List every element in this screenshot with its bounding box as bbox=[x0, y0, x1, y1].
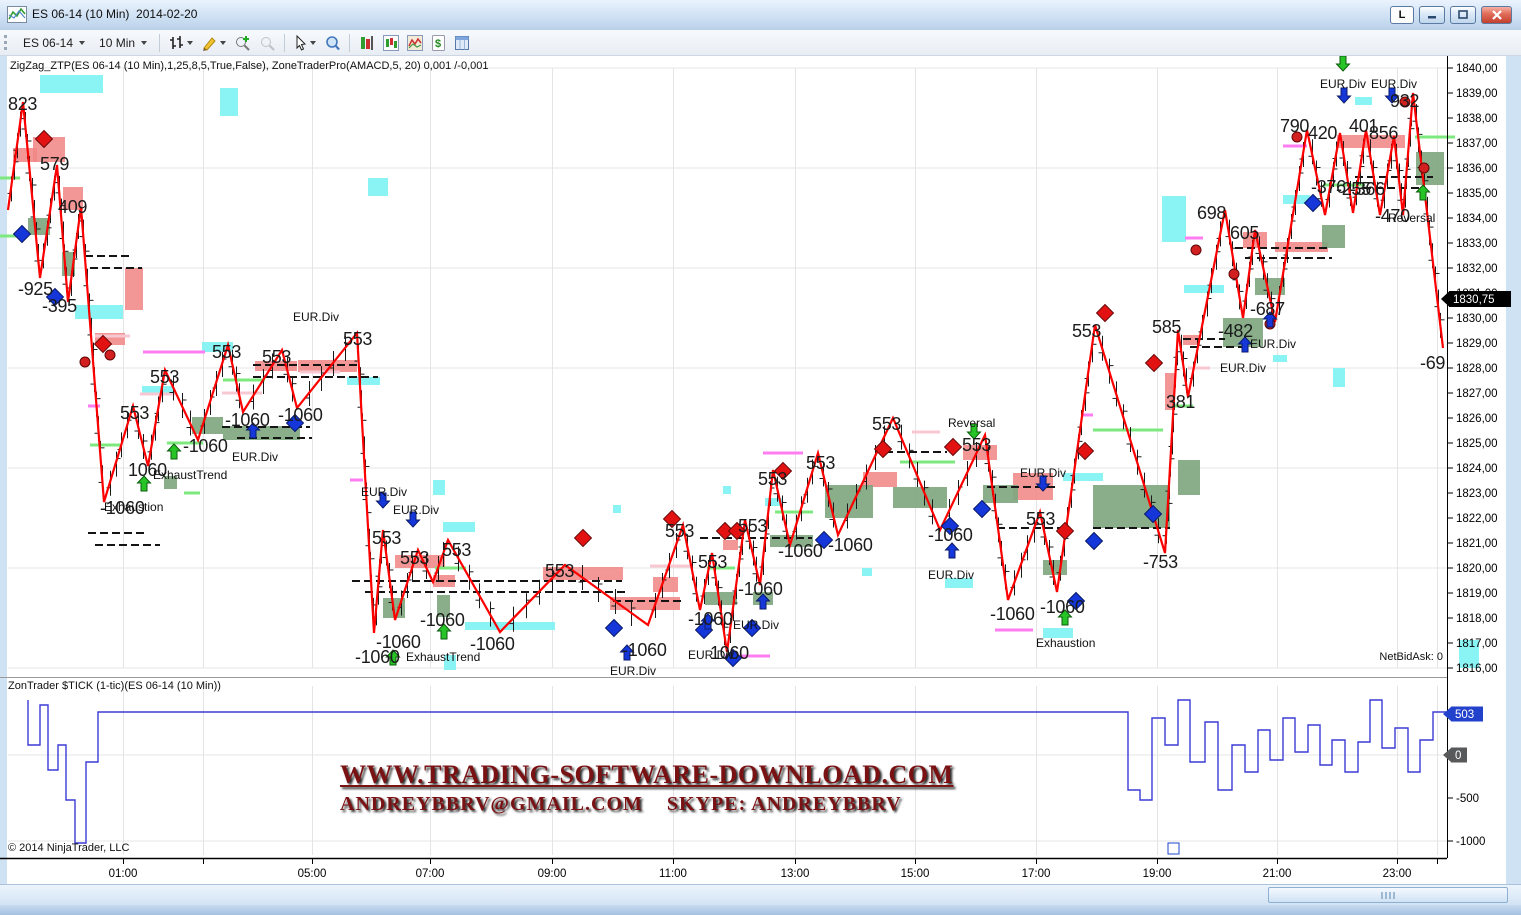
depth-bars-icon bbox=[359, 35, 375, 51]
magnifier-icon bbox=[324, 35, 340, 51]
close-icon bbox=[1491, 10, 1503, 20]
link-button[interactable]: L bbox=[1390, 6, 1414, 24]
interval-label: 10 Min bbox=[99, 36, 135, 50]
window-frame-right bbox=[1506, 55, 1521, 884]
restore-icon bbox=[1457, 10, 1469, 20]
time-axis[interactable] bbox=[0, 859, 1447, 884]
scrollbar-thumb[interactable] bbox=[1268, 887, 1508, 903]
chevron-down-icon bbox=[141, 41, 147, 45]
ninjatrader-chart-window: 823579409-925-3955535531060-1060553-1060… bbox=[0, 0, 1521, 915]
restore-button[interactable] bbox=[1450, 6, 1476, 24]
minimize-icon bbox=[1426, 10, 1438, 20]
toolbar: ES 06-14 10 Min bbox=[0, 30, 1521, 56]
scrollbar-grip-icon bbox=[1381, 892, 1395, 899]
cursor-tool-button[interactable] bbox=[292, 33, 318, 53]
market-depth-button[interactable] bbox=[357, 33, 377, 53]
account-data-button[interactable]: $ bbox=[429, 33, 448, 53]
zoom-in-button[interactable] bbox=[232, 33, 253, 53]
net-bid-ask: NetBidAsk: 0 bbox=[1322, 651, 1443, 663]
window-title: ES 06-14 (10 Min) 2014-02-20 bbox=[32, 7, 197, 21]
window-frame-bottom bbox=[0, 905, 1521, 915]
chart-trader-button[interactable] bbox=[381, 33, 401, 53]
separator bbox=[159, 34, 160, 52]
watermark-line1: WWW.TRADING-SOFTWARE-DOWNLOAD.COM bbox=[340, 760, 900, 790]
indicator-label: ZigZag_ZTP(ES 06-14 (10 Min),1,25,8,5,Tr… bbox=[10, 60, 489, 72]
draw-tool-button[interactable] bbox=[199, 33, 228, 53]
instrument-label: ES 06-14 bbox=[23, 36, 73, 50]
zoom-out-button[interactable] bbox=[257, 33, 277, 53]
candles-icon bbox=[383, 35, 399, 51]
svg-text:$: $ bbox=[435, 38, 441, 50]
data-box-button[interactable] bbox=[322, 33, 342, 53]
chevron-down-icon bbox=[187, 41, 193, 45]
close-button[interactable] bbox=[1481, 6, 1512, 24]
toolbar-grip[interactable] bbox=[4, 35, 11, 50]
chart-overview-button[interactable] bbox=[405, 33, 425, 53]
bar-style-icon bbox=[169, 35, 185, 51]
minimize-button[interactable] bbox=[1419, 6, 1445, 24]
chart-plot-area[interactable] bbox=[8, 56, 1447, 676]
chevron-down-icon bbox=[310, 41, 316, 45]
separator bbox=[349, 34, 350, 52]
dollar-icon: $ bbox=[431, 35, 446, 51]
chevron-down-icon bbox=[79, 41, 85, 45]
pencil-icon bbox=[201, 35, 218, 51]
watermark: WWW.TRADING-SOFTWARE-DOWNLOAD.COM ANDREY… bbox=[340, 760, 900, 816]
tick-panel-label: ZonTrader $TICK (1-tic)(ES 06-14 (10 Min… bbox=[8, 680, 221, 692]
interval-selector[interactable]: 10 Min bbox=[94, 34, 152, 52]
app-icon bbox=[7, 6, 27, 23]
title-bar[interactable]: ES 06-14 (10 Min) 2014-02-20 L bbox=[0, 0, 1521, 31]
chevron-down-icon bbox=[220, 41, 226, 45]
wave-chart-icon bbox=[407, 35, 423, 51]
price-axis[interactable] bbox=[1448, 56, 1506, 858]
watermark-line2: ANDREYBBRV@GMAIL.COM SKYPE: ANDREYBBRV bbox=[340, 793, 900, 816]
separator bbox=[284, 34, 285, 52]
zoom-out-icon bbox=[259, 35, 275, 51]
zoom-in-icon bbox=[234, 35, 251, 51]
instrument-selector[interactable]: ES 06-14 bbox=[18, 34, 90, 52]
properties-button[interactable] bbox=[452, 33, 472, 53]
grid-panel-icon bbox=[454, 35, 470, 51]
horizontal-scrollbar[interactable] bbox=[0, 884, 1521, 905]
cursor-icon bbox=[294, 35, 308, 51]
chart-style-button[interactable] bbox=[167, 33, 195, 53]
copyright: © 2014 NinjaTrader, LLC bbox=[8, 842, 129, 854]
